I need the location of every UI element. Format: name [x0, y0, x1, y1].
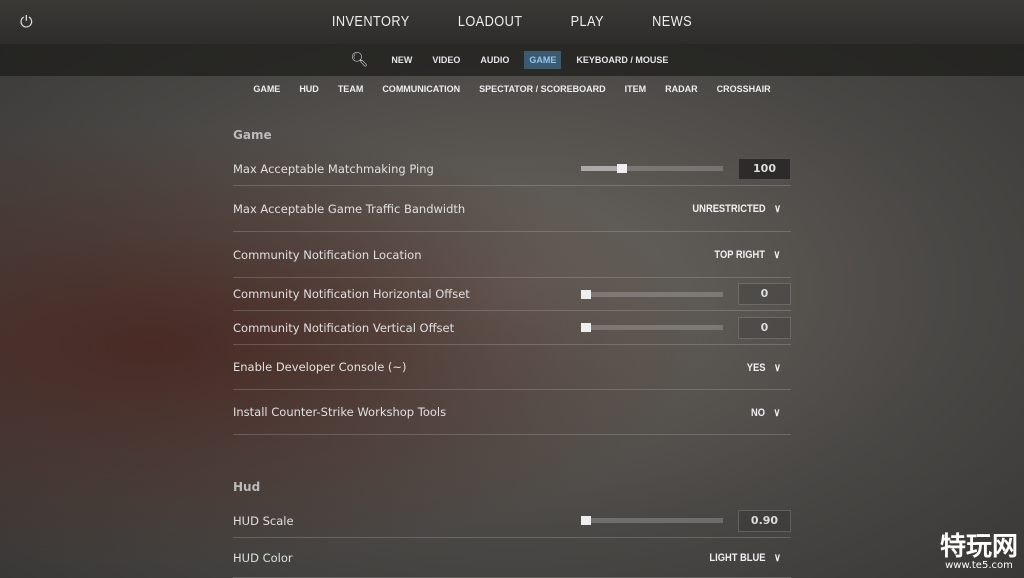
slider-thumb[interactable] — [581, 289, 591, 299]
watermark-logo: 特玩网 www.te5.com — [939, 532, 1018, 571]
value-input[interactable]: 0 — [738, 316, 791, 339]
dropdown-value: LIGHT BLUE — [709, 552, 766, 564]
value-input[interactable]: 0.90 — [738, 509, 791, 532]
setting-label: Install Counter-Strike Workshop Tools — [233, 405, 447, 419]
top-bar: ⏻ INVENTORY LOADOUT PLAY NEWS — [0, 0, 1024, 44]
setting-label: HUD Color — [233, 550, 293, 565]
setting-label: Enable Developer Console (~) — [233, 360, 407, 374]
setting-row: Max Acceptable Game Traffic Bandwidth UNR… — [233, 186, 791, 232]
category-nav: GAME HUD TEAM COMMUNICATION SPECTATOR / … — [0, 84, 1024, 94]
dropdown[interactable]: UNRESTRICTED ∨ — [692, 202, 791, 215]
chevron-down-icon: ∨ — [773, 406, 781, 419]
setting-label: Max Acceptable Matchmaking Ping — [233, 161, 434, 176]
slider[interactable] — [581, 289, 723, 299]
tab-video[interactable]: VIDEO — [427, 51, 465, 69]
nav-inventory[interactable]: INVENTORY — [332, 13, 410, 30]
category-team[interactable]: TEAM — [338, 84, 364, 94]
main-nav: INVENTORY LOADOUT PLAY NEWS — [77, 13, 947, 30]
setting-row: Max Acceptable Matchmaking Ping 100 — [233, 152, 791, 186]
chevron-down-icon: ∨ — [773, 361, 781, 374]
setting-label: Community Notification Location — [233, 247, 422, 262]
search-icon[interactable]: 🔍︎ — [351, 52, 369, 68]
tab-audio[interactable]: AUDIO — [475, 51, 514, 69]
settings-tabs: 🔍︎ NEW VIDEO AUDIO GAME KEYBOARD / MOUSE — [0, 44, 1024, 76]
slider-thumb[interactable] — [616, 164, 627, 173]
dropdown[interactable]: TOP RIGHT ∨ — [715, 248, 791, 261]
dropdown[interactable]: LIGHT BLUE ∨ — [709, 551, 791, 564]
tab-keyboard-mouse[interactable]: KEYBOARD / MOUSE — [571, 51, 673, 69]
section-title-hud: Hud — [233, 480, 261, 494]
category-hud[interactable]: HUD — [299, 84, 319, 94]
setting-row: Community Notification Vertical Offset 0 — [233, 311, 791, 345]
nav-news[interactable]: NEWS — [652, 13, 692, 30]
category-radar[interactable]: RADAR — [665, 84, 698, 94]
dropdown-value: YES — [746, 361, 766, 374]
chevron-down-icon: ∨ — [773, 249, 781, 261]
slider-thumb[interactable] — [581, 516, 591, 525]
tab-game[interactable]: GAME — [524, 51, 562, 69]
value-input[interactable]: 100 — [738, 157, 791, 180]
power-icon[interactable]: ⏻ — [20, 12, 38, 31]
setting-row: HUD Color LIGHT BLUE ∨ — [233, 538, 791, 578]
section-title-game: Game — [233, 128, 272, 142]
setting-row: Community Notification Horizontal Offset… — [233, 278, 791, 311]
slider[interactable] — [581, 516, 723, 525]
chevron-down-icon: ∨ — [773, 203, 781, 215]
slider[interactable] — [581, 323, 723, 332]
setting-label: HUD Scale — [233, 513, 294, 528]
slider-fill — [581, 166, 617, 171]
nav-loadout[interactable]: LOADOUT — [458, 13, 523, 30]
setting-label: Max Acceptable Game Traffic Bandwidth — [233, 201, 466, 216]
category-crosshair[interactable]: CROSSHAIR — [717, 84, 771, 94]
value-input[interactable]: 0 — [738, 283, 791, 305]
slider[interactable] — [581, 164, 723, 173]
category-game[interactable]: GAME — [253, 84, 280, 94]
setting-row: Install Counter-Strike Workshop Tools NO ∨ — [233, 390, 791, 435]
setting-row: Community Notification Location TOP RIGHT… — [233, 232, 791, 278]
tab-new[interactable]: NEW — [386, 51, 417, 69]
setting-row: HUD Scale 0.90 — [233, 504, 791, 538]
dropdown-value: UNRESTRICTED — [692, 203, 766, 215]
setting-label: Community Notification Vertical Offset — [233, 320, 455, 335]
category-spectator[interactable]: SPECTATOR / SCOREBOARD — [479, 84, 606, 94]
dropdown[interactable]: YES ∨ — [747, 361, 791, 374]
dropdown-value: TOP RIGHT — [714, 249, 766, 261]
setting-label: Community Notification Horizontal Offset — [233, 287, 470, 301]
category-communication[interactable]: COMMUNICATION — [382, 84, 460, 94]
setting-row: Enable Developer Console (~) YES ∨ — [233, 345, 791, 390]
nav-play[interactable]: PLAY — [571, 13, 604, 30]
dropdown[interactable]: NO ∨ — [751, 406, 791, 419]
dropdown-value: NO — [751, 406, 766, 419]
category-item[interactable]: ITEM — [625, 84, 647, 94]
chevron-down-icon: ∨ — [773, 552, 781, 564]
slider-thumb[interactable] — [581, 323, 591, 332]
